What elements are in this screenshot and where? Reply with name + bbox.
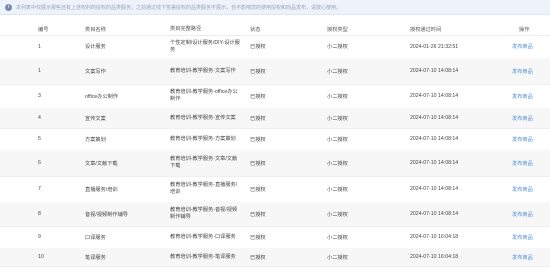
cell-auth-type: 小二授权	[327, 68, 348, 75]
cell-status: 已授权	[250, 186, 266, 193]
publish-button[interactable]: 发布商品	[512, 211, 533, 218]
cell-status: 已授权	[250, 234, 266, 241]
cell-path: 教育培训-教学服务-文案写作	[170, 67, 236, 74]
table-row: 7 直播服务/培训 教育培训-教学服务-直播服务/培训 已授权 小二授权 2024-07-…	[0, 176, 550, 203]
cell-status: 已授权	[250, 115, 266, 122]
cell-name: 口译服务	[85, 234, 106, 241]
cell-path: 教育培训-教学服务-office办公制作	[170, 89, 238, 102]
cell-status: 已授权	[250, 136, 266, 143]
cell-id: 1	[38, 43, 41, 50]
cell-id: 1	[38, 68, 41, 74]
cell-time: 2024-07-10 14:08:14	[410, 186, 459, 192]
cell-auth-type: 小二授权	[327, 211, 348, 218]
cell-time: 2024-07-10 14:08:14	[410, 160, 459, 166]
cell-auth-type: 小二授权	[327, 93, 348, 100]
cell-name: 文章/文献下载	[85, 160, 118, 167]
cell-path: 教育培训-教学服务-文章/文献下载	[170, 156, 238, 169]
cell-name: 笔译服务	[85, 254, 106, 261]
publish-button[interactable]: 发布商品	[512, 136, 533, 143]
publish-button[interactable]: 发布商品	[512, 160, 533, 167]
cell-path: 教育培训-教学服务-口译服务	[170, 233, 236, 240]
cell-name: 设计服务	[85, 44, 106, 50]
cell-path: 教育培训-教学服务-音视/视频制作辅导	[170, 207, 238, 220]
cell-id: 8	[38, 211, 41, 217]
cell-auth-type: 小二授权	[327, 115, 348, 122]
cell-id: 10	[38, 254, 44, 260]
publish-button[interactable]: 发布商品	[512, 254, 533, 261]
table-row: 8 音视/视频制作辅导 教育培训-教学服务-音视/视频制作辅导 已授权 小二授权 2024…	[0, 202, 550, 227]
header-name: 类目名称	[85, 26, 106, 33]
cell-path: 教育培训-教学服务-直播服务/培训	[170, 182, 238, 195]
cell-name: 文案写作	[85, 68, 106, 75]
cell-id: 9	[38, 234, 41, 240]
header-id: 编号	[38, 26, 49, 33]
cell-status: 已授权	[250, 93, 266, 100]
header-status: 状态	[250, 26, 261, 33]
table-row: 5 方案策划 教育培训-教学服务-方案策划 已授权 小二授权 2024-07-10 14:…	[0, 128, 550, 151]
header-time: 授权通过时间	[410, 26, 442, 33]
table-row: 9 口译服务 教育培训-教学服务-口译服务 已授权 小二授权 2024-07-10 16:…	[0, 226, 550, 249]
header-type: 授权类型	[327, 26, 348, 33]
cell-time: 2024-07-10 14:08:14	[410, 68, 459, 74]
cell-id: 6	[38, 160, 41, 166]
cell-name: office办公制作	[85, 93, 119, 100]
cell-path: 教育培训-教学服务-宣传文案	[170, 114, 236, 121]
cell-time: 2024-07-10 14:08:14	[410, 211, 459, 217]
publish-button[interactable]: 发布商品	[512, 93, 533, 100]
table-row: 1 文案写作 教育培训-教学服务-文案写作 已授权 小二授权 2024-07-10 14:…	[0, 58, 550, 85]
cell-id: 7	[38, 186, 41, 192]
notice-bar: i 本列表中仅展示那些还有上述权利的授权的品类服务，之前通过线下签署授权的品类服…	[0, 0, 550, 15]
info-icon: i	[5, 3, 12, 11]
publish-button[interactable]: 发布商品	[512, 186, 533, 193]
cell-name: 音视/视频制作辅导	[85, 211, 128, 218]
cell-auth-type: 小二授权	[327, 234, 348, 241]
cell-status: 已授权	[250, 44, 266, 50]
publish-button[interactable]: 发布商品	[512, 68, 533, 75]
table-row: 6 文章/文献下载 教育培训-教学服务-文章/文献下载 已授权 小二授权 2024-07-…	[0, 150, 550, 177]
cell-path: 教育培训-教学服务-方案策划	[170, 135, 236, 142]
publish-button[interactable]: 发布商品	[512, 43, 533, 50]
header-action: 操作	[519, 26, 530, 33]
table-row: 3 office办公制作 教育培训-教学服务-office办公制作 已授权 小二授权 20…	[0, 84, 550, 109]
cell-time: 2024-07-10 16:04:18	[410, 234, 459, 240]
publish-button[interactable]: 发布商品	[512, 115, 533, 122]
cell-time: 2024-07-10 14:08:14	[410, 136, 459, 142]
cell-id: 4	[38, 115, 41, 121]
cell-time: 2024-07-10 16:04:18	[410, 254, 459, 260]
cell-status: 已授权	[250, 211, 266, 218]
cell-path: 个性定制/设计服务/DIY-设计服务	[170, 39, 240, 53]
header-path: 类目完整路径	[170, 25, 202, 32]
cell-auth-type: 小二授权	[327, 160, 348, 167]
cell-status: 已授权	[250, 160, 266, 167]
table-row: 1 设计服务 个性定制/设计服务/DIY-设计服务 已授权 小二授权 2024-01-26…	[0, 35, 550, 59]
cell-name: 直播服务/培训	[85, 186, 118, 193]
table-row: 4 宣传文案 教育培训-教学服务-宣传文案 已授权 小二授权 2024-07-10 14:…	[0, 108, 550, 129]
cell-auth-type: 小二授权	[327, 254, 348, 261]
cell-time: 2024-07-10 14:08:14	[410, 115, 459, 121]
cell-auth-type: 小二授权	[327, 136, 348, 143]
cell-name: 宣传文案	[85, 115, 106, 122]
notice-text: 本列表中仅展示那些还有上述权利的授权的品类服务，之前通过线下签署授权的品类服务不…	[16, 4, 342, 11]
cell-status: 已授权	[250, 254, 266, 261]
cell-path: 教育培训-教学服务-笔译服务	[170, 253, 236, 260]
cell-name: 方案策划	[85, 136, 106, 143]
cell-time: 2024-01-26 21:32:51	[410, 43, 459, 50]
cell-time: 2024-07-10 14:08:14	[410, 93, 459, 99]
cell-auth-type: 小二授权	[327, 44, 348, 50]
cell-status: 已授权	[250, 68, 266, 75]
cell-id: 5	[38, 136, 41, 142]
cell-auth-type: 小二授权	[327, 186, 348, 193]
cell-id: 3	[38, 93, 41, 99]
table-row: 10 笔译服务 教育培训-教学服务-笔译服务 已授权 小二授权 2024-07-10 16…	[0, 248, 550, 267]
publish-button[interactable]: 发布商品	[512, 234, 533, 241]
